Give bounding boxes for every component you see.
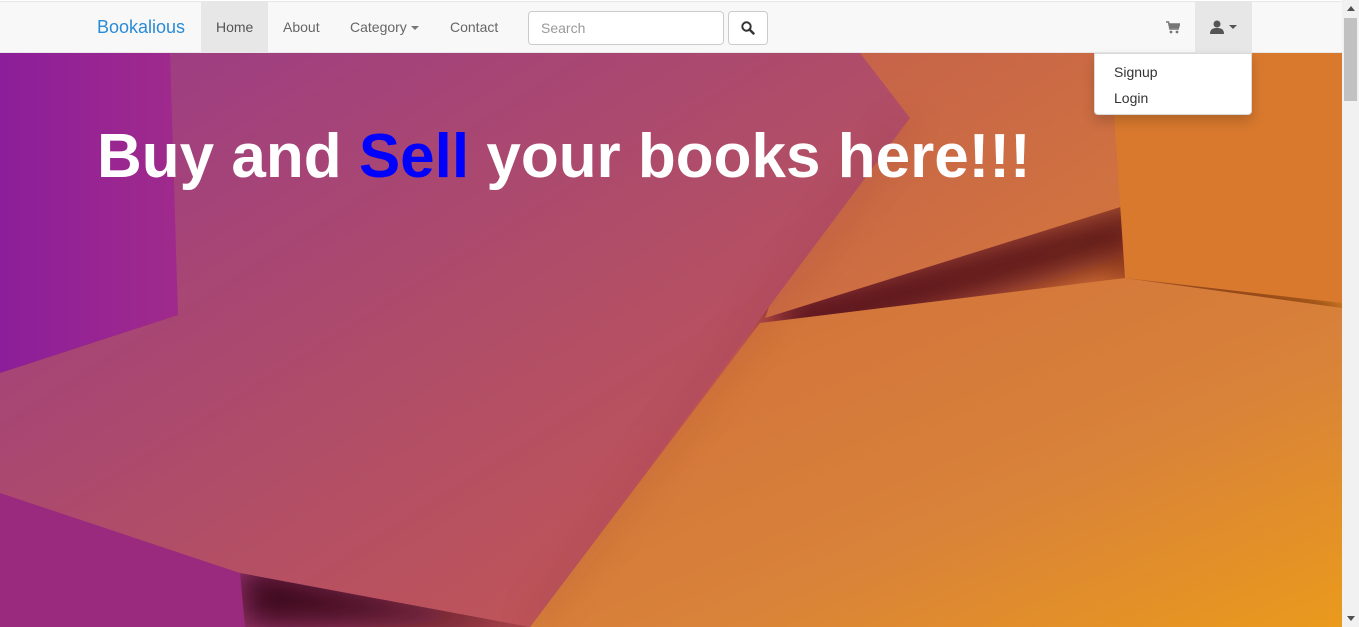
- user-icon: [1210, 20, 1224, 34]
- search-button[interactable]: [728, 11, 768, 45]
- hero-heading-accent: Sell: [358, 122, 470, 191]
- browser-viewport: Buy and Sell your books here!!! Bookalio…: [0, 0, 1342, 627]
- hero-heading: Buy and Sell your books here!!!: [97, 121, 1031, 192]
- search-icon: [741, 21, 755, 35]
- brand-link[interactable]: Bookalious: [97, 17, 185, 38]
- hero-heading-part2: your books here!!!: [469, 122, 1031, 191]
- nav-category-label: Category: [350, 19, 407, 35]
- caret-down-icon: [1229, 25, 1237, 29]
- search-input[interactable]: [528, 11, 724, 45]
- user-dropdown-menu: Signup Login: [1094, 53, 1252, 115]
- caret-down-icon: [410, 26, 419, 31]
- scrollbar-thumb[interactable]: [1344, 18, 1357, 101]
- nav-about[interactable]: About: [268, 2, 335, 52]
- vertical-scrollbar[interactable]: [1342, 0, 1359, 627]
- dropdown-item-signup[interactable]: Signup: [1095, 59, 1251, 85]
- nav-contact[interactable]: Contact: [435, 2, 513, 52]
- cart-link[interactable]: [1159, 2, 1187, 52]
- user-menu-toggle[interactable]: [1195, 2, 1252, 52]
- nav-category-dropdown[interactable]: Category: [335, 2, 434, 52]
- shopping-cart-icon: [1166, 20, 1180, 33]
- hero-heading-part1: Buy and: [97, 122, 359, 191]
- scroll-up-arrow-icon[interactable]: [1342, 0, 1359, 17]
- hero-banner: Buy and Sell your books here!!!: [0, 53, 1342, 627]
- nav-home[interactable]: Home: [201, 2, 268, 52]
- dropdown-item-login[interactable]: Login: [1095, 85, 1251, 111]
- top-navbar: Bookalious Home About Category Contact: [0, 1, 1342, 53]
- scroll-down-arrow-icon[interactable]: [1342, 610, 1359, 627]
